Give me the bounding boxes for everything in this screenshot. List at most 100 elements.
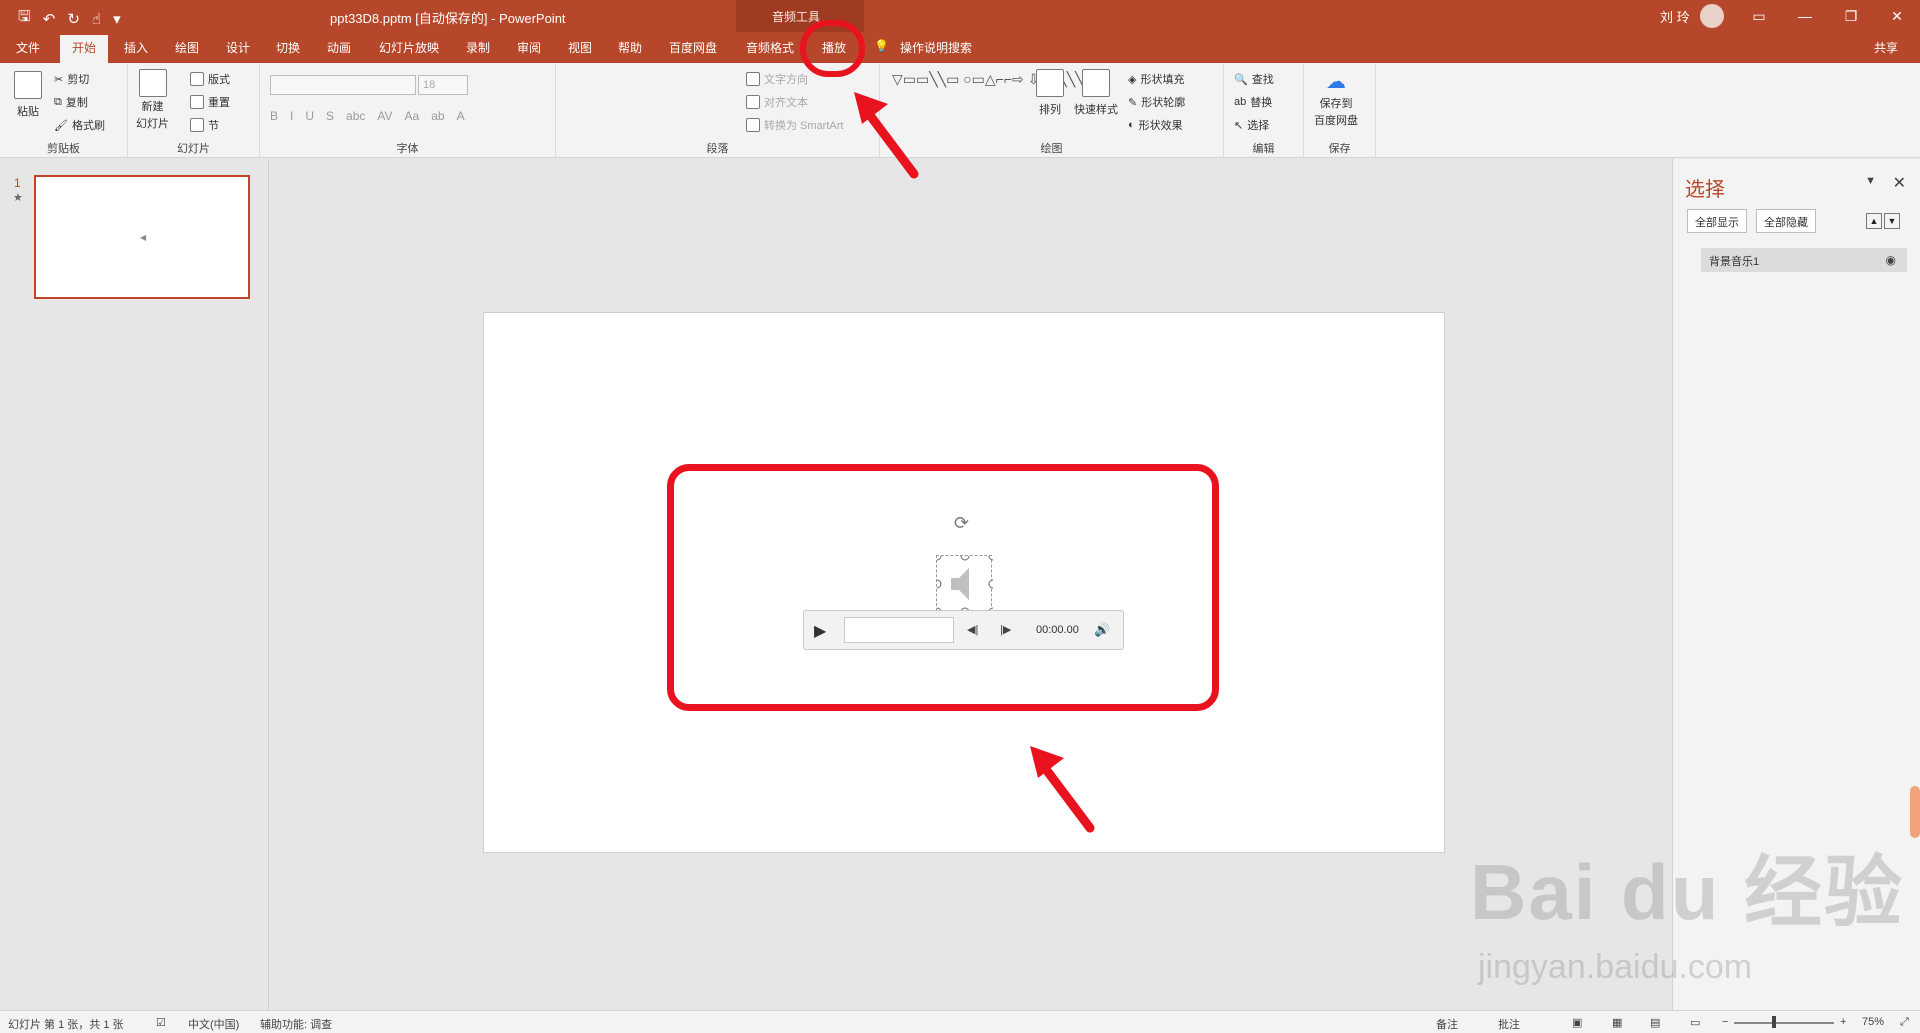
tab-insert[interactable]: 插入 (124, 39, 148, 56)
accessibility-status[interactable]: 辅助功能: 调查 (260, 1016, 332, 1032)
spellcheck-icon[interactable]: ☑ (156, 1016, 166, 1029)
tab-transitions[interactable]: 切换 (276, 39, 300, 56)
notes-button[interactable]: 备注 (1436, 1016, 1458, 1032)
close-icon[interactable]: ✕ (1893, 173, 1906, 193)
tab-animations[interactable]: 动画 (327, 39, 351, 56)
progress-track[interactable] (844, 617, 954, 643)
tab-slideshow[interactable]: 幻灯片放映 (379, 39, 439, 56)
show-all-button[interactable]: 全部显示 (1687, 209, 1747, 233)
scissors-icon: ✂ (54, 73, 64, 86)
align-text-button[interactable]: 对齐文本 (746, 94, 808, 110)
reset-button[interactable]: 重置 (190, 94, 230, 110)
highlight-icon[interactable]: ab (431, 109, 444, 123)
fit-slide-icon[interactable]: ⤢ (1900, 1016, 1909, 1029)
quick-styles-icon (1082, 69, 1110, 97)
group-label: 编辑 (1252, 143, 1275, 155)
underline-icon[interactable]: U (305, 109, 314, 123)
redo-icon[interactable]: ↻ (67, 10, 80, 28)
tab-review[interactable]: 审阅 (517, 39, 541, 56)
minimize-icon[interactable]: — (1782, 0, 1828, 32)
customize-icon[interactable]: ▾ (113, 10, 121, 28)
chevron-down-icon[interactable]: ▼ (1865, 175, 1876, 187)
format-painter-button[interactable]: 🖌 格式刷 (54, 117, 105, 133)
eye-icon[interactable]: ◉ (1886, 253, 1896, 267)
zoom-in-icon[interactable]: + (1840, 1016, 1846, 1028)
select-button[interactable]: ↖ 选择 (1234, 117, 1269, 133)
tab-draw[interactable]: 绘图 (175, 39, 199, 56)
shapes-gallery[interactable]: ▽▭▭╲╲▭ ○▭△⌐⌐⇨ ⇩◔♁╲╲╲ (892, 69, 1084, 89)
replace-button[interactable]: ab 替换 (1234, 94, 1272, 110)
zoom-out-icon[interactable]: − (1722, 1016, 1728, 1028)
close-icon[interactable]: ✕ (1874, 0, 1920, 32)
tab-design[interactable]: 设计 (226, 39, 250, 56)
normal-view-icon[interactable]: ▣ (1572, 1016, 1582, 1029)
zoom-slider-knob[interactable] (1772, 1016, 1776, 1028)
rotate-handle-icon[interactable]: ⟳ (954, 513, 969, 534)
text-direction-button[interactable]: 文字方向 (746, 71, 808, 87)
char-spacing-icon[interactable]: AV (377, 109, 392, 123)
tab-home[interactable]: 开始 (60, 35, 109, 64)
touch-mode-icon[interactable]: ☝ (92, 10, 101, 28)
save-icon[interactable]: 🖫 (18, 6, 31, 31)
move-up-icon[interactable]: ▲ (1866, 213, 1882, 229)
language-indicator[interactable]: 中文(中国) (188, 1016, 239, 1032)
shape-effects-button[interactable]: ◐ 形状效果 (1128, 117, 1183, 133)
new-slide-button[interactable]: 新建 幻灯片 (136, 69, 169, 131)
ribbon-display-icon[interactable]: ▭ (1736, 0, 1782, 32)
shadow-icon[interactable]: S (326, 109, 334, 123)
find-button[interactable]: 🔍 查找 (1234, 71, 1274, 87)
strikethrough-icon[interactable]: abc (346, 109, 365, 123)
change-case-icon[interactable]: Aa (405, 109, 420, 123)
selection-list-item[interactable]: 背景音乐1 (1701, 248, 1907, 272)
shape-fill-button[interactable]: ◈ 形状填充 (1128, 71, 1184, 87)
smartart-icon (746, 118, 760, 132)
shape-outline-button[interactable]: ✎ 形状轮廓 (1128, 94, 1185, 110)
layout-button[interactable]: 版式 (190, 71, 230, 87)
comments-button[interactable]: 批注 (1498, 1016, 1520, 1032)
slideshow-icon[interactable]: ▭ (1690, 1016, 1700, 1029)
font-name-input[interactable] (270, 75, 416, 95)
tab-audio-format[interactable]: 音频格式 (746, 39, 794, 56)
quick-styles-button[interactable]: 快速样式 (1074, 69, 1118, 117)
slide-sorter-icon[interactable]: ▦ (1612, 1016, 1622, 1029)
restore-icon[interactable]: ❐ (1828, 0, 1874, 32)
undo-icon[interactable]: ↶ (43, 10, 56, 28)
cut-button[interactable]: ✂ 剪切 (54, 71, 89, 87)
tab-view[interactable]: 视图 (568, 39, 592, 56)
text-direction-icon (746, 72, 760, 86)
convert-smartart-button[interactable]: 转换为 SmartArt (746, 117, 843, 133)
move-down-icon[interactable]: ▼ (1884, 213, 1900, 229)
zoom-level[interactable]: 75% (1862, 1016, 1884, 1028)
skip-back-icon[interactable]: ◀| (967, 623, 978, 636)
tell-me-search[interactable]: 操作说明搜索 (900, 39, 972, 56)
volume-icon[interactable]: 🔊 (1094, 622, 1110, 638)
speaker-icon: ◀ (140, 233, 147, 242)
font-size-input[interactable]: 18 (418, 75, 468, 95)
zoom-slider[interactable] (1734, 1022, 1834, 1024)
tab-help[interactable]: 帮助 (618, 39, 642, 56)
audio-speaker-icon[interactable] (932, 551, 998, 617)
bold-icon[interactable]: B (270, 109, 278, 123)
font-color-icon[interactable]: A (457, 109, 465, 123)
tab-record[interactable]: 录制 (466, 39, 490, 56)
search-icon: 🔍 (1234, 73, 1248, 86)
title-bar: 🖫 ↶ ↻ ☝ ▾ ppt33D8.pptm [自动保存的] - PowerPo… (0, 0, 1920, 32)
tab-baidu[interactable]: 百度网盘 (669, 39, 717, 56)
paste-button[interactable]: 粘贴 (14, 71, 42, 119)
hide-all-button[interactable]: 全部隐藏 (1756, 209, 1816, 233)
tab-file[interactable]: 文件 (16, 39, 40, 56)
annotation-circle (800, 20, 865, 77)
scrollbar-thumb[interactable] (1910, 786, 1920, 838)
share-button[interactable]: 共享 (1874, 39, 1898, 56)
play-icon[interactable]: ▶ (814, 621, 826, 641)
copy-button[interactable]: ⧉ 复制 (54, 94, 88, 110)
save-to-baidu-button[interactable]: ☁ 保存到 百度网盘 (1314, 69, 1358, 128)
reading-view-icon[interactable]: ▤ (1650, 1016, 1660, 1029)
avatar[interactable] (1700, 4, 1724, 28)
skip-forward-icon[interactable]: |▶ (1000, 623, 1011, 636)
section-button[interactable]: 节 (190, 117, 219, 133)
slide-thumbnail[interactable]: ◀ (34, 175, 250, 299)
arrange-button[interactable]: 排列 (1036, 69, 1064, 117)
italic-icon[interactable]: I (290, 109, 293, 123)
user-name[interactable]: 刘 玲 (1660, 7, 1690, 26)
